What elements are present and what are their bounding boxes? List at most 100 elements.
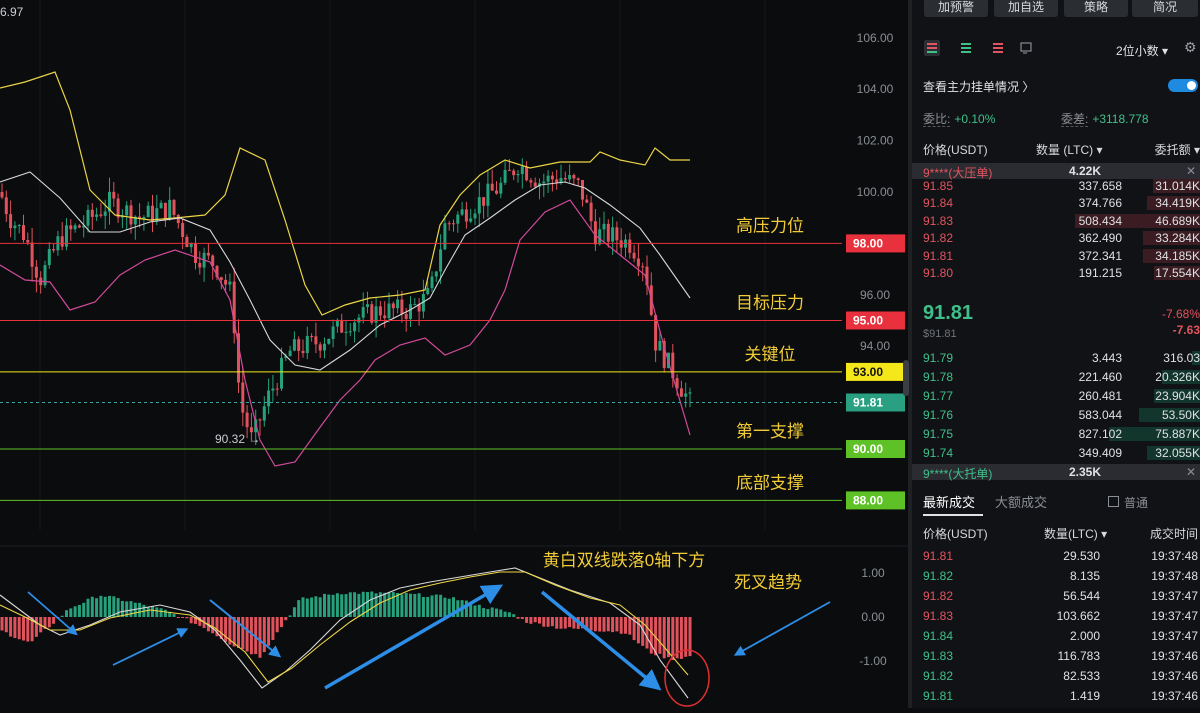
macd-histogram-bar	[26, 617, 29, 642]
candle-body	[142, 217, 145, 218]
view-both-icon[interactable]	[924, 40, 940, 56]
amount-header[interactable]: 委托额 ▾	[1155, 141, 1200, 158]
main-orders-toggle[interactable]	[1168, 79, 1198, 92]
trade-row[interactable]: 91.8282.53319:37:46	[912, 668, 1200, 684]
order-qty: 827.102	[1079, 427, 1122, 441]
main-orders-label[interactable]: 查看主力挂单情况 〉	[923, 78, 1034, 95]
overview-button[interactable]: 简况	[1132, 0, 1198, 17]
resize-handle[interactable]	[903, 360, 909, 396]
trade-time: 19:37:46	[1151, 649, 1198, 663]
upper-band-line	[0, 72, 690, 315]
macd-histogram-bar	[327, 595, 330, 617]
candle-body	[177, 215, 180, 223]
candle-body	[628, 240, 631, 253]
price-level-value: 95.00	[853, 314, 883, 328]
macd-histogram-bar	[568, 617, 571, 627]
candle-body	[267, 391, 270, 407]
trades-view-icon[interactable]	[1018, 40, 1034, 56]
trade-time: 19:37:48	[1151, 549, 1198, 563]
macd-histogram-bar	[598, 617, 601, 632]
add-watchlist-button[interactable]: 加自选	[994, 0, 1058, 17]
bid-row[interactable]: 91.78221.46020.326K	[912, 369, 1200, 385]
view-bids-icon[interactable]	[958, 40, 974, 56]
bid-row[interactable]: 91.76583.04453.50K	[912, 407, 1200, 423]
candle-body	[18, 225, 21, 226]
candle-body	[689, 392, 692, 393]
big-ask-row[interactable]: 9****(大压单) 4.22K ✕	[912, 163, 1200, 179]
trade-row[interactable]: 91.83116.78319:37:46	[912, 648, 1200, 664]
trade-row[interactable]: 91.8129.53019:37:48	[912, 548, 1200, 564]
macd-axis-label: 1.00	[861, 566, 885, 580]
bid-row[interactable]: 91.77260.48123.904K	[912, 388, 1200, 404]
ask-row[interactable]: 91.84374.76634.419K	[912, 195, 1200, 211]
order-price: 91.75	[923, 427, 953, 441]
trade-row[interactable]: 91.8256.54419:37:47	[912, 588, 1200, 604]
ask-row[interactable]: 91.85337.65831.014K	[912, 178, 1200, 194]
top-buttons: 加预警 加自选 策略 简况	[912, 0, 1200, 18]
macd-histogram-bar	[241, 617, 244, 649]
normal-checkbox[interactable]: 普通	[1108, 494, 1148, 511]
candle-body	[306, 336, 309, 353]
gear-icon[interactable]: ⚙	[1184, 40, 1198, 54]
macd-histogram-bar	[607, 617, 610, 631]
macd-histogram-bar	[491, 607, 494, 617]
candle-body	[74, 225, 77, 229]
price-axis-label: 96.00	[860, 288, 890, 302]
macd-histogram-bar	[297, 600, 300, 617]
candle-body	[104, 212, 107, 216]
close-icon[interactable]: ✕	[1186, 465, 1196, 479]
decimals-select[interactable]: 2位小数 ▾	[1116, 42, 1168, 59]
candle-body	[31, 242, 34, 266]
trade-row[interactable]: 91.828.13519:37:48	[912, 568, 1200, 584]
candle-body	[611, 227, 614, 241]
macd-histogram-bar	[392, 592, 395, 617]
candle-body	[525, 166, 528, 180]
trade-price: 91.82	[923, 569, 953, 583]
ask-row[interactable]: 91.83508.43446.689K	[912, 213, 1200, 229]
add-alert-button[interactable]: 加预警	[924, 0, 988, 17]
macd-histogram-bar	[663, 617, 666, 658]
ask-row[interactable]: 91.80191.21517.554K	[912, 265, 1200, 281]
candle-body	[78, 225, 81, 227]
strategy-button[interactable]: 策略	[1064, 0, 1128, 17]
candle-body	[9, 214, 12, 228]
candlestick-chart[interactable]: 98.00高压力位95.00目标压力93.00关键位91.8190.00第一支撑…	[0, 0, 908, 708]
candle-body	[512, 171, 515, 176]
macd-histogram-bar	[314, 596, 317, 617]
trade-row[interactable]: 91.842.00019:37:47	[912, 628, 1200, 644]
order-amount: 32.055K	[1155, 446, 1200, 460]
candle-body	[456, 215, 459, 224]
macd-histogram-bar	[551, 617, 554, 626]
big-bid-row[interactable]: 9****(大托单) 2.35K ✕	[912, 464, 1200, 480]
macd-histogram-bar	[646, 617, 649, 649]
macd-histogram-bar	[422, 597, 425, 617]
candle-body	[48, 249, 51, 265]
trade-row[interactable]: 91.811.41919:37:46	[912, 688, 1200, 704]
trade-qty: 56.544	[1063, 589, 1100, 603]
candle-body	[680, 388, 683, 396]
bid-row[interactable]: 91.75827.10275.887K	[912, 426, 1200, 442]
macd-histogram-bar	[121, 601, 124, 617]
view-asks-icon[interactable]	[990, 40, 1006, 56]
order-price: 91.80	[923, 266, 953, 280]
bid-row[interactable]: 91.793.443316.03	[912, 350, 1200, 366]
trade-qty: 8.135	[1070, 569, 1100, 583]
candle-body	[190, 244, 193, 247]
ask-row[interactable]: 91.81372.34134.185K	[912, 248, 1200, 264]
candle-body	[327, 339, 330, 344]
ask-row[interactable]: 91.82362.49033.284K	[912, 230, 1200, 246]
tab-latest-trades[interactable]: 最新成交	[923, 492, 975, 511]
macd-histogram-bar	[366, 592, 369, 617]
trade-row[interactable]: 91.83103.66219:37:47	[912, 608, 1200, 624]
price-level-value: 91.81	[853, 395, 883, 409]
candle-body	[641, 266, 644, 267]
qty-header[interactable]: 数量 (LTC) ▾	[1036, 141, 1102, 158]
candle-body	[91, 210, 94, 217]
macd-histogram-bar	[151, 606, 154, 617]
chart-area[interactable]: 98.00高压力位95.00目标压力93.00关键位91.8190.00第一支撑…	[0, 0, 908, 708]
bid-row[interactable]: 91.74349.40932.055K	[912, 445, 1200, 461]
candle-body	[413, 304, 416, 305]
tab-large-trades[interactable]: 大额成交	[995, 492, 1047, 511]
candle-body	[228, 282, 231, 285]
close-icon[interactable]: ✕	[1186, 164, 1196, 178]
